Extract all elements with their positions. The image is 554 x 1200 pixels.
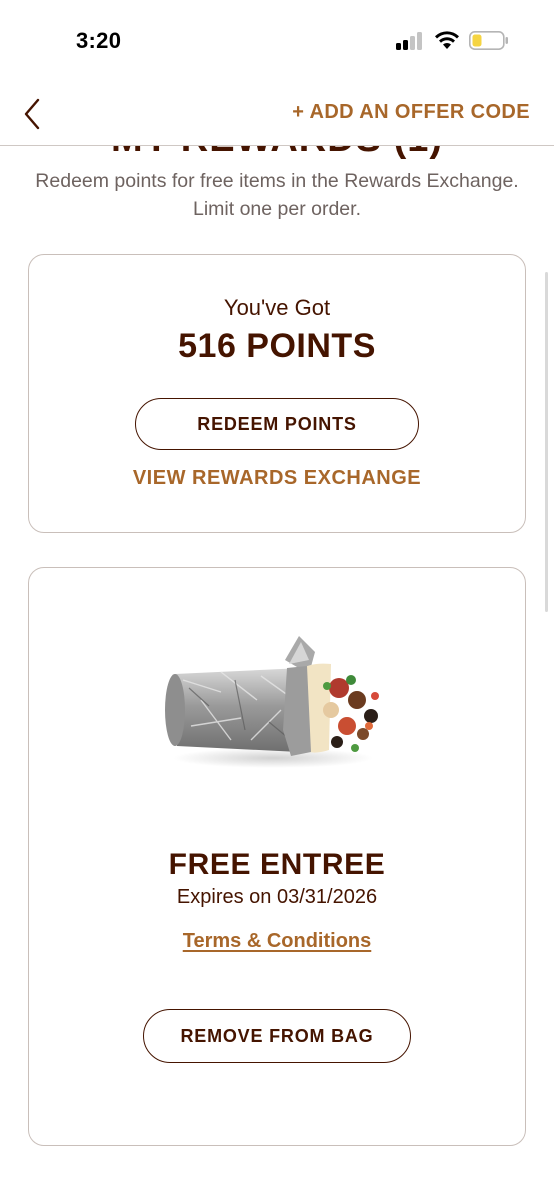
top-nav-bar: + ADD AN OFFER CODE xyxy=(0,84,554,146)
burrito-image xyxy=(165,636,379,768)
offer-expiry-date: Expires on 03/31/2026 xyxy=(176,886,378,908)
wifi-icon xyxy=(435,31,459,49)
view-rewards-exchange-link[interactable]: VIEW REWARDS EXCHANGE xyxy=(29,467,525,490)
points-label: You've Got xyxy=(223,295,331,320)
page-title: MY REWARDS (1) xyxy=(0,146,554,161)
offer-title: FREE ENTREE xyxy=(168,848,386,881)
rewards-scroll-content[interactable]: MY REWARDS (1) Redeem points for free it… xyxy=(0,146,554,1200)
remove-from-bag-button[interactable]: REMOVE FROM BAG xyxy=(143,1009,411,1063)
add-offer-code-link[interactable]: + ADD AN OFFER CODE xyxy=(292,101,530,124)
status-bar: 3:20 xyxy=(0,0,554,84)
reward-offer-card: FREE ENTREE Expires on 03/31/2026 Terms … xyxy=(28,567,526,1146)
battery-low-icon xyxy=(469,31,508,50)
points-card: You've Got 516 POINTS REDEEM POINTS VIEW… xyxy=(28,254,526,533)
terms-link-label[interactable]: Terms & Conditions xyxy=(183,930,372,952)
page-subtitle: Redeem points for free items in the Rewa… xyxy=(35,170,519,220)
chevron-left-icon[interactable] xyxy=(18,96,48,132)
redeem-points-button[interactable]: REDEEM POINTS xyxy=(135,398,419,450)
status-time: 3:20 xyxy=(76,28,122,53)
points-balance: 516 POINTS xyxy=(178,327,376,365)
cellular-signal-icon xyxy=(396,32,426,50)
scrollbar[interactable] xyxy=(545,272,548,612)
terms-and-conditions-link[interactable]: Terms & Conditions xyxy=(29,930,525,953)
